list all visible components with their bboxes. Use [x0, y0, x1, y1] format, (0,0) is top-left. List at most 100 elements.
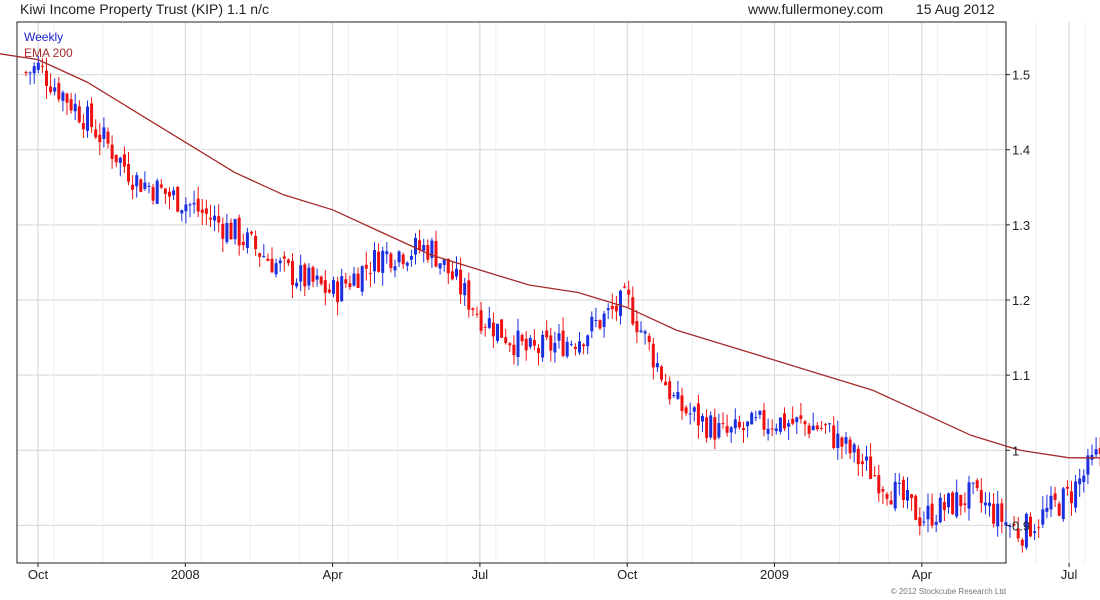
candle-up: [180, 210, 184, 214]
legend-ema: EMA 200: [24, 46, 73, 60]
candle-up: [553, 342, 557, 353]
candle-down: [1020, 539, 1024, 546]
candle-up: [274, 263, 278, 275]
candle-up: [245, 232, 249, 248]
candle-up: [774, 428, 778, 432]
candle-down: [131, 184, 135, 190]
candle-down: [963, 503, 967, 505]
candle-down: [783, 413, 786, 429]
candle-down: [651, 343, 655, 368]
candle-down: [368, 273, 372, 275]
candle-down: [282, 256, 286, 259]
candle-up: [754, 417, 758, 419]
candle-up: [315, 275, 319, 280]
candle-down: [65, 93, 69, 103]
candle-up: [373, 249, 376, 272]
candle-down: [204, 208, 208, 214]
candle-down: [459, 269, 463, 295]
candle-up: [1033, 531, 1037, 534]
candle-down: [918, 517, 922, 526]
candle-up: [766, 428, 770, 434]
candle-down: [303, 264, 307, 287]
candle-up: [147, 185, 151, 187]
candle-up: [541, 334, 545, 358]
candle-up: [692, 407, 696, 412]
candle-up: [983, 502, 987, 506]
candle-down: [479, 310, 483, 331]
candle-down: [545, 330, 549, 338]
candle-up: [897, 482, 901, 484]
candle-up: [409, 256, 413, 260]
candle-down: [614, 305, 618, 312]
candle-up: [1045, 507, 1049, 512]
candle-down: [483, 326, 487, 328]
candle-down: [520, 335, 524, 342]
candle-up: [701, 415, 704, 422]
candle-up: [836, 433, 840, 448]
candle-up: [295, 282, 299, 287]
candle-down: [819, 427, 823, 429]
candle-down: [647, 335, 651, 343]
candle-up: [934, 521, 938, 525]
candle-down: [725, 425, 729, 433]
candle-down: [877, 475, 881, 494]
stock-chart: 0.9 1 1.1 1.2 1.3 1.4 1.5 Oct 2008 Apr Jul Oct 2009…: [0, 21, 1100, 582]
y-tick-label: 1.3: [1012, 218, 1030, 233]
candle-down: [623, 286, 627, 288]
candle-up: [155, 180, 159, 204]
candle-up: [1082, 475, 1086, 483]
candle-down: [627, 289, 631, 295]
candle-down: [163, 188, 167, 194]
candle-down: [217, 216, 221, 223]
candle-down: [389, 253, 393, 269]
candle-down: [901, 479, 905, 500]
candle-down: [1070, 491, 1073, 504]
candle-up: [926, 505, 930, 520]
candle-down: [684, 407, 688, 414]
candle-down: [286, 259, 290, 264]
candle-up: [750, 412, 754, 425]
x-tick-label: 2009: [760, 567, 789, 582]
candle-up: [397, 251, 401, 263]
candle-up: [1074, 481, 1078, 508]
candle-down: [914, 495, 918, 520]
candle-up: [709, 415, 713, 438]
candle-down: [770, 428, 774, 430]
candle-down: [992, 503, 996, 524]
candle-up: [1078, 478, 1082, 485]
y-tick-label: 1: [1012, 443, 1019, 458]
candle-up: [606, 308, 610, 311]
candle-down: [364, 264, 368, 269]
x-tick-label: 2008: [171, 567, 200, 582]
candle-up: [86, 106, 89, 131]
candle-down: [127, 164, 130, 182]
ema-line: [0, 53, 1100, 459]
candle-up: [414, 238, 417, 255]
candle-down: [762, 410, 766, 430]
candle-up: [938, 497, 942, 523]
candle-up: [565, 341, 569, 357]
candle-up: [278, 260, 282, 264]
candle-down: [377, 251, 381, 272]
candle-down: [815, 425, 819, 430]
candle-up: [61, 92, 65, 101]
plot-frame: [16, 21, 1007, 564]
candle-up: [188, 204, 192, 206]
candle-down: [705, 417, 709, 439]
candle-up: [988, 502, 991, 507]
candle-down: [721, 423, 725, 425]
candle-up: [496, 323, 499, 341]
candle-down: [979, 490, 983, 503]
candle-up: [586, 335, 590, 347]
candle-up: [811, 425, 815, 431]
candle-up: [118, 157, 122, 163]
candle-down: [532, 339, 536, 346]
candle-up: [676, 391, 680, 399]
candle-up: [893, 481, 897, 509]
candle-down: [323, 280, 327, 293]
candle-up: [795, 417, 799, 423]
candle-up: [906, 490, 909, 501]
ema-series: [0, 53, 1100, 459]
candle-down: [696, 403, 700, 426]
candle-up: [619, 290, 622, 316]
